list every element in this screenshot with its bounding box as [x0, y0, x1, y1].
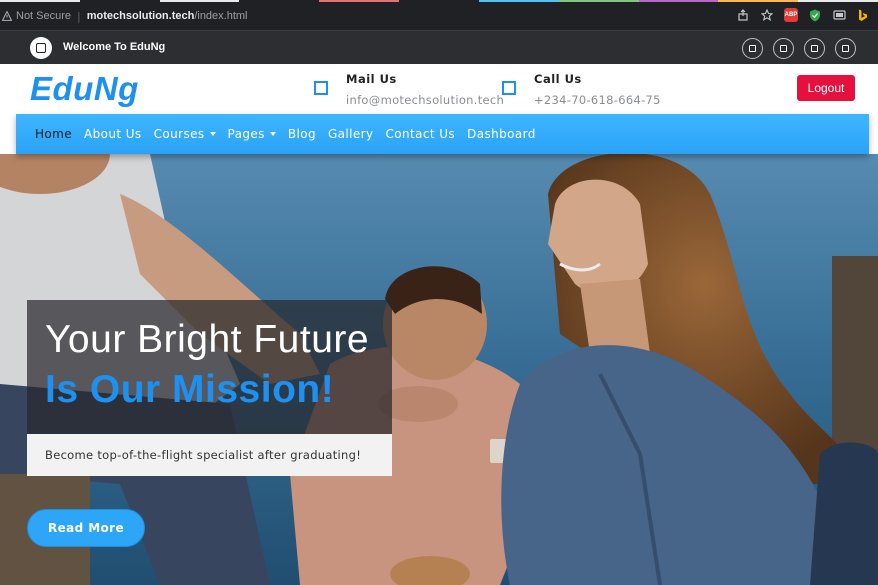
- logout-button[interactable]: Logout: [797, 75, 855, 101]
- nav-item-contact-us[interactable]: Contact Us: [386, 127, 456, 141]
- nav-label: About Us: [84, 127, 142, 141]
- nav-label: Gallery: [327, 127, 374, 141]
- browser-toolbar: Not Secure | motechsolution.tech /index.…: [0, 0, 878, 30]
- nav-label: Courses: [153, 127, 205, 141]
- mail-contact: Mail Us info@motechsolution.tech: [314, 72, 504, 107]
- address-bar[interactable]: Not Secure | motechsolution.tech /index.…: [0, 2, 248, 30]
- call-contact: Call Us +234-70-618-664-75: [502, 72, 661, 107]
- chevron-down-icon: [209, 132, 216, 136]
- star-icon[interactable]: [760, 8, 774, 22]
- nav-item-dashboard[interactable]: Dashboard: [467, 127, 536, 141]
- chevron-down-icon: [269, 132, 276, 136]
- social-links: [742, 38, 856, 59]
- call-value: +234-70-618-664-75: [534, 93, 661, 107]
- mail-value: info@motechsolution.tech: [346, 93, 505, 107]
- site-logo[interactable]: EduNg: [30, 70, 139, 108]
- nav-item-about-us[interactable]: About Us: [84, 127, 142, 141]
- hero-headline-line2: Is Our Mission!: [45, 368, 335, 411]
- nav-label: Pages: [227, 127, 265, 141]
- social-icon-1[interactable]: [742, 38, 763, 59]
- browser-actions: ABP: [736, 8, 870, 22]
- mail-title: Mail Us: [346, 72, 397, 86]
- nav-item-pages[interactable]: Pages: [228, 127, 276, 141]
- phone-icon: [502, 81, 516, 95]
- warning-icon: [2, 11, 12, 21]
- adblock-icon[interactable]: ABP: [784, 8, 798, 22]
- shield-extension-icon[interactable]: [808, 8, 822, 22]
- read-more-button[interactable]: Read More: [27, 509, 145, 547]
- top-info-bar: Welcome To EduNg: [0, 30, 878, 64]
- hero-headline-line1: Your Bright Future: [45, 318, 370, 361]
- site-header: EduNg Mail Us info@motechsolution.tech C…: [0, 64, 878, 114]
- social-icon-2[interactable]: [773, 38, 794, 59]
- nav-item-gallery[interactable]: Gallery: [328, 127, 374, 141]
- cast-icon[interactable]: [832, 8, 846, 22]
- security-status: Not Secure: [16, 10, 72, 22]
- social-icon-4[interactable]: [835, 38, 856, 59]
- social-icon-3[interactable]: [804, 38, 825, 59]
- welcome-text: Welcome To EduNg: [63, 41, 166, 53]
- nav-label: Contact Us: [385, 127, 456, 141]
- main-navigation: Home About Us Courses Pages Blog Gallery…: [16, 114, 869, 154]
- url-separator: |: [77, 9, 81, 23]
- share-icon[interactable]: [736, 8, 750, 22]
- nav-item-blog[interactable]: Blog: [288, 127, 316, 141]
- mail-icon: [314, 81, 328, 95]
- call-title: Call Us: [534, 72, 582, 86]
- nav-label: Dashboard: [467, 127, 536, 141]
- url-path: /index.html: [194, 10, 248, 22]
- url-host: motechsolution.tech: [86, 10, 195, 22]
- hero-subtitle: Become top-of-the-flight specialist afte…: [27, 434, 392, 476]
- topbar-logo-icon: [30, 37, 52, 59]
- nav-item-home[interactable]: Home: [35, 127, 72, 141]
- bing-icon[interactable]: [856, 8, 870, 22]
- nav-label: Blog: [287, 127, 316, 141]
- nav-item-courses[interactable]: Courses: [154, 127, 216, 141]
- nav-label: Home: [35, 127, 73, 141]
